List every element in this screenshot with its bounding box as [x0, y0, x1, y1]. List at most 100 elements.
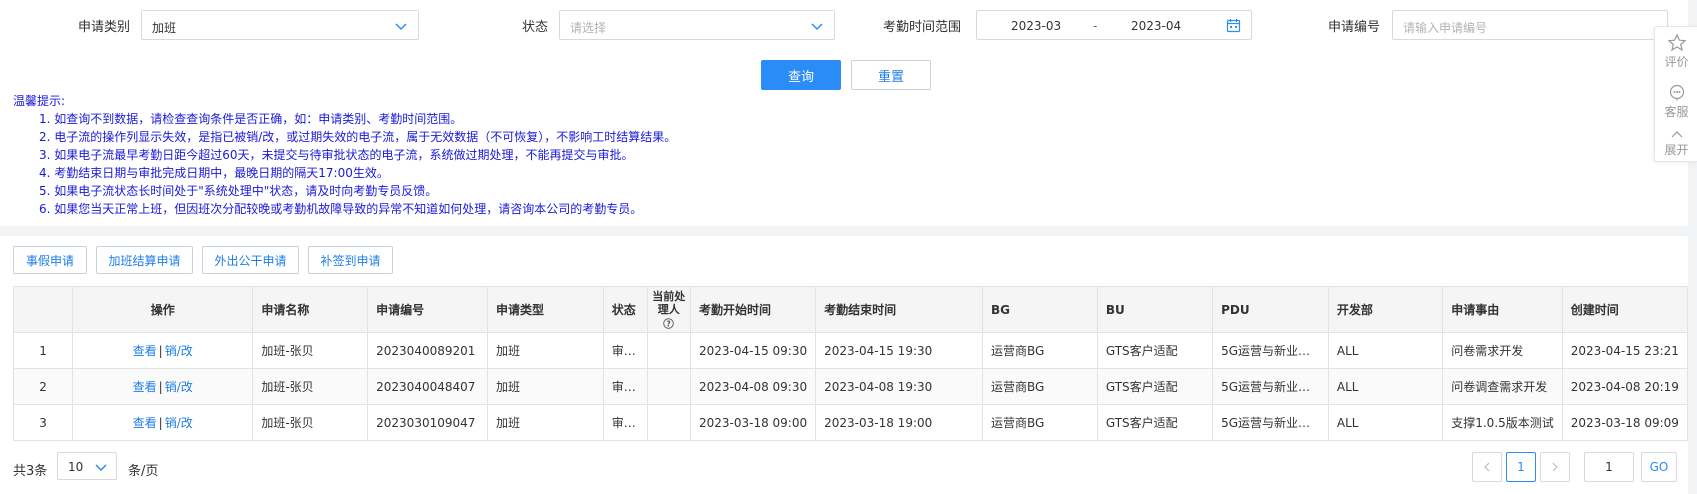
- edit-link[interactable]: 销/改: [165, 416, 193, 430]
- view-link[interactable]: 查看: [133, 344, 157, 358]
- service-label: 客服: [1664, 105, 1689, 119]
- tab-overtime-settlement[interactable]: 加班结算申请: [96, 246, 193, 274]
- table-row: 2 查看 | 销/改 加班-张贝 2023040048407 加班 审… 2023-…: [12, 368, 1689, 405]
- cell-dept: ALL: [1327, 404, 1444, 441]
- cell-number: 2023040089201: [367, 332, 489, 369]
- application-table: 操作 申请名称 申请编号 申请类型 状态 当前处理人 ? 考勤开始时间 考勤结束…: [12, 286, 1689, 441]
- page-size-value: 10: [68, 460, 84, 474]
- cell-end: 2023-03-18 19:00: [815, 404, 984, 441]
- cell-name: 加班-张贝: [252, 332, 369, 369]
- reset-button[interactable]: 重置: [851, 60, 931, 90]
- go-button[interactable]: GO: [1641, 452, 1677, 482]
- cell-operation: 查看 | 销/改: [72, 404, 254, 441]
- cell-operation: 查看 | 销/改: [72, 332, 254, 369]
- rate-button[interactable]: 评价: [1655, 34, 1697, 70]
- tip-item: 5. 如果电子流状态长时间处于"系统处理中"状态，请及时向考勤专员反馈。: [39, 184, 438, 198]
- col-status: 状态: [602, 286, 648, 333]
- range-start: 2023-03: [1011, 19, 1062, 33]
- tips-list: 1. 如查询不到数据，请检查查询条件是否正确，如：申请类别、考勤时间范围。 2.…: [13, 110, 676, 218]
- tab-leave-application[interactable]: 事假申请: [13, 246, 87, 274]
- date-range-picker[interactable]: 2023-03 - 2023-04: [976, 10, 1252, 40]
- service-button[interactable]: 客服: [1655, 84, 1697, 120]
- expand-label: 展开: [1664, 143, 1689, 157]
- cell-pdu: 5G运营与新业…: [1212, 332, 1329, 369]
- tip-item: 1. 如查询不到数据，请检查查询条件是否正确，如：申请类别、考勤时间范围。: [39, 112, 463, 126]
- col-bg: BG: [982, 286, 1098, 333]
- application-number-input[interactable]: 请输入申请编号: [1392, 10, 1668, 40]
- number-placeholder: 请输入申请编号: [1403, 21, 1488, 35]
- table-row: 1 查看 | 销/改 加班-张贝 2023040089201 加班 审… 2023-…: [12, 332, 1689, 369]
- range-label: 考勤时间范围: [883, 20, 962, 35]
- col-pdu: PDU: [1212, 286, 1329, 333]
- cell-number: 2023030109047: [367, 404, 489, 441]
- cell-status: 审…: [602, 404, 648, 441]
- prev-page-button[interactable]: [1472, 452, 1502, 482]
- table-row: 3 查看 | 销/改 加班-张贝 2023030109047 加班 审… 2023-…: [12, 404, 1689, 441]
- expand-button[interactable]: 展开: [1655, 129, 1697, 158]
- tip-item: 2. 电子流的操作列显示失效，是指已被销/改，或过期失效的电子流，属于无效数据（…: [39, 130, 677, 144]
- op-separator: |: [158, 380, 163, 394]
- cell-handler: [646, 404, 691, 441]
- tip-item: 4. 考勤结束日期与审批完成日期中，最晚日期的隔天17:00生效。: [39, 166, 389, 180]
- status-label: 状态: [522, 20, 549, 35]
- tab-sign-in-supplement[interactable]: 补签到申请: [308, 246, 393, 274]
- table-header-row: 操作 申请名称 申请编号 申请类型 状态 当前处理人 ? 考勤开始时间 考勤结束…: [12, 286, 1689, 333]
- cell-handler: [646, 368, 691, 405]
- float-toolbar: 评价 客服 展开: [1654, 26, 1697, 162]
- view-link[interactable]: 查看: [133, 380, 157, 394]
- edit-link[interactable]: 销/改: [165, 380, 193, 394]
- chevron-down-icon: [95, 464, 107, 472]
- cell-end: 2023-04-08 19:30: [815, 368, 984, 405]
- cell-start: 2023-03-18 09:00: [689, 404, 817, 441]
- cell-end: 2023-04-15 19:30: [815, 332, 984, 369]
- col-created: 创建时间: [1561, 286, 1689, 333]
- cell-pdu: 5G运营与新业…: [1212, 404, 1329, 441]
- col-index: [12, 286, 74, 333]
- calendar-icon: [1226, 19, 1241, 33]
- cell-type: 加班: [487, 332, 604, 369]
- cell-bu: GTS客户适配: [1096, 368, 1214, 405]
- search-panel: 申请类别 加班 状态 请选择 考勤时间范围 2023-03 - 2023-04 …: [0, 0, 1688, 226]
- headset-icon: [1669, 84, 1684, 101]
- status-select[interactable]: 请选择: [559, 10, 835, 40]
- col-number: 申请编号: [367, 286, 489, 333]
- tips-box: 温馨提示: 1. 如查询不到数据，请检查查询条件是否正确，如：申请类别、考勤时间…: [13, 92, 676, 218]
- cell-operation: 查看 | 销/改: [72, 368, 254, 405]
- cell-type: 加班: [487, 368, 604, 405]
- question-icon[interactable]: ?: [663, 317, 675, 329]
- col-type: 申请类型: [487, 286, 604, 333]
- category-select[interactable]: 加班: [141, 10, 419, 40]
- status-placeholder: 请选择: [570, 21, 607, 35]
- tip-item: 6. 如果您当天正常上班，但因班次分配较晚或考勤机故障导致的异常不知道如何处理，…: [39, 202, 643, 216]
- cell-bg: 运营商BG: [982, 332, 1098, 369]
- cell-dept: ALL: [1327, 368, 1444, 405]
- cell-number: 2023040048407: [367, 368, 489, 405]
- op-separator: |: [158, 344, 163, 358]
- page-number-button[interactable]: 1: [1506, 452, 1536, 482]
- edit-link[interactable]: 销/改: [165, 344, 193, 358]
- query-button[interactable]: 查询: [761, 60, 841, 90]
- per-page-label: 条/页: [128, 464, 159, 479]
- chevron-down-icon: [811, 23, 823, 31]
- page-size-select[interactable]: 10: [57, 452, 117, 480]
- tab-business-trip[interactable]: 外出公干申请: [202, 246, 299, 274]
- chevron-down-icon: [395, 23, 407, 31]
- next-page-button[interactable]: [1540, 452, 1570, 482]
- cell-reason: 问卷调查需求开发: [1442, 368, 1563, 405]
- cell-dept: ALL: [1327, 332, 1444, 369]
- jump-page-input[interactable]: 1: [1584, 452, 1634, 482]
- cell-status: 审…: [602, 332, 648, 369]
- view-link[interactable]: 查看: [133, 416, 157, 430]
- col-reason: 申请事由: [1442, 286, 1563, 333]
- tip-item: 3. 如果电子流最早考勤日距今超过60天，未提交与待审批状态的电子流，系统做过期…: [39, 148, 634, 162]
- col-operation: 操作: [72, 286, 254, 333]
- cell-status: 审…: [602, 368, 648, 405]
- cell-name: 加班-张贝: [252, 368, 369, 405]
- col-handler-label: 当前处理人: [652, 290, 686, 316]
- col-end: 考勤结束时间: [815, 286, 984, 333]
- star-icon: [1667, 34, 1686, 51]
- list-panel: 事假申请 加班结算申请 外出公干申请 补签到申请 操作 申请名称 申请编号 申请…: [0, 236, 1689, 494]
- category-label: 申请类别: [78, 20, 131, 35]
- col-dept: 开发部: [1327, 286, 1444, 333]
- cell-created: 2023-04-15 23:21: [1561, 332, 1689, 369]
